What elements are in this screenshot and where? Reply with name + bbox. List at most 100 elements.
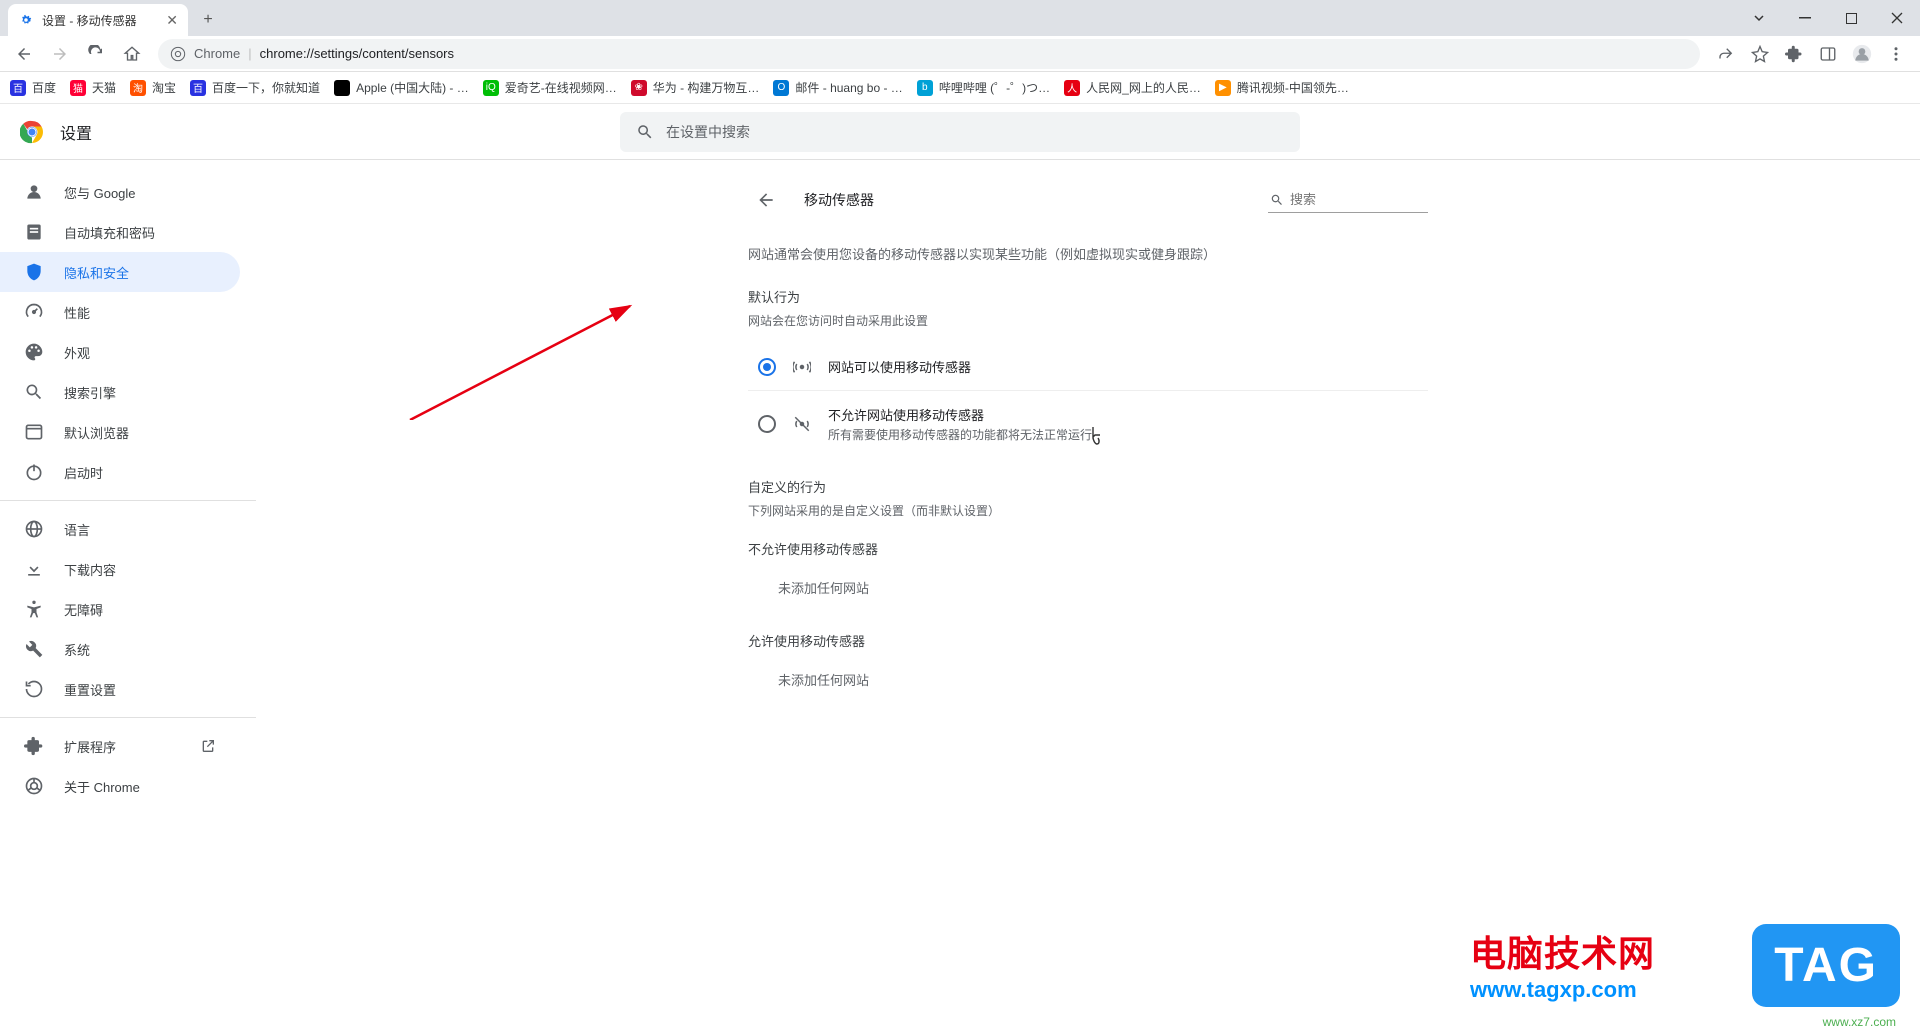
bookmark-item[interactable]: ❀华为 - 构建万物互… bbox=[631, 79, 760, 96]
favicon-icon: 百 bbox=[10, 80, 26, 96]
maximize-button[interactable] bbox=[1828, 0, 1874, 36]
empty-state: 未添加任何网站 bbox=[748, 564, 1428, 611]
favicon-icon: 猫 bbox=[70, 80, 86, 96]
sidebar: 您与 Google 自动填充和密码 隐私和安全 性能 外观 搜索引擎 默认浏览器 bbox=[0, 160, 256, 1035]
favicon-icon: iQ bbox=[483, 80, 499, 96]
bookmark-item[interactable]: 淘淘宝 bbox=[130, 79, 176, 96]
favicon-icon: 淘 bbox=[130, 80, 146, 96]
section-allow-title: 允许使用移动传感器 bbox=[748, 631, 1428, 650]
bookmark-item[interactable]: 百百度一下，你就知道 bbox=[190, 79, 320, 96]
close-icon[interactable]: ✕ bbox=[166, 12, 178, 29]
favicon-icon: 百 bbox=[190, 80, 206, 96]
radio-icon[interactable] bbox=[758, 415, 776, 433]
sidebar-item-privacy[interactable]: 隐私和安全 bbox=[0, 252, 240, 292]
reload-button[interactable] bbox=[80, 38, 112, 70]
radio-block-sensors[interactable]: 不允许网站使用移动传感器 所有需要使用移动传感器的功能都将无法正常运行 bbox=[748, 391, 1428, 457]
favicon-icon: ❀ bbox=[631, 80, 647, 96]
close-window-button[interactable] bbox=[1874, 0, 1920, 36]
radio-sublabel: 所有需要使用移动传感器的功能都将无法正常运行 bbox=[828, 426, 1092, 443]
home-button[interactable] bbox=[116, 38, 148, 70]
person-icon bbox=[24, 182, 44, 202]
section-default-title: 默认行为 bbox=[748, 287, 1428, 306]
palette-icon bbox=[24, 342, 44, 362]
sidebar-item-startup[interactable]: 启动时 bbox=[0, 452, 240, 492]
settings-header: 设置 在设置中搜索 bbox=[0, 104, 1920, 160]
toolbar: Chrome | chrome://settings/content/senso… bbox=[0, 36, 1920, 72]
chrome-logo-icon bbox=[20, 120, 44, 144]
address-bar[interactable]: Chrome | chrome://settings/content/senso… bbox=[158, 39, 1700, 69]
window-controls bbox=[1736, 0, 1920, 36]
panel-description: 网站通常会使用您设备的移动传感器以实现某些功能（例如虚拟现实或健身跟踪） bbox=[748, 244, 1428, 263]
search-icon bbox=[1270, 192, 1284, 208]
watermark: 电脑技术网 www.tagxp.com bbox=[1470, 925, 1655, 1003]
extension-icon bbox=[24, 736, 44, 756]
accessibility-icon bbox=[24, 599, 44, 619]
bookmarks-bar: 百百度 猫天猫 淘淘宝 百百度一下，你就知道 Apple (中国大陆) - … … bbox=[0, 72, 1920, 104]
sensor-off-icon bbox=[792, 415, 812, 433]
radio-label: 不允许网站使用移动传感器 bbox=[828, 405, 1092, 424]
sidebar-item-languages[interactable]: 语言 bbox=[0, 509, 240, 549]
browser-tab[interactable]: 设置 - 移动传感器 ✕ bbox=[8, 4, 188, 36]
new-tab-button[interactable]: + bbox=[194, 6, 222, 34]
chevron-down-icon[interactable] bbox=[1736, 0, 1782, 36]
favicon-icon bbox=[334, 80, 350, 96]
profile-icon[interactable] bbox=[1846, 38, 1878, 70]
sidepanel-icon[interactable] bbox=[1812, 38, 1844, 70]
section-custom-title: 自定义的行为 bbox=[748, 477, 1428, 496]
minimize-button[interactable] bbox=[1782, 0, 1828, 36]
bookmark-item[interactable]: b哔哩哔哩 (゜-゜)つ… bbox=[917, 79, 1050, 96]
radio-allow-sensors[interactable]: 网站可以使用移动传感器 bbox=[748, 343, 1428, 391]
sidebar-item-downloads[interactable]: 下载内容 bbox=[0, 549, 240, 589]
bookmark-item[interactable]: 百百度 bbox=[10, 79, 56, 96]
sidebar-item-reset[interactable]: 重置设置 bbox=[0, 669, 240, 709]
panel-header: 移动传感器 bbox=[748, 176, 1428, 224]
external-link-icon bbox=[200, 738, 216, 754]
form-icon bbox=[24, 222, 44, 242]
settings-search[interactable]: 在设置中搜索 bbox=[620, 112, 1300, 152]
sidebar-item-you-and-google[interactable]: 您与 Google bbox=[0, 172, 240, 212]
sidebar-item-performance[interactable]: 性能 bbox=[0, 292, 240, 332]
sidebar-item-default-browser[interactable]: 默认浏览器 bbox=[0, 412, 240, 452]
divider bbox=[0, 717, 256, 718]
titlebar: 设置 - 移动传感器 ✕ + bbox=[0, 0, 1920, 36]
bookmark-item[interactable]: ▶腾讯视频-中国领先… bbox=[1215, 79, 1349, 96]
browser-icon bbox=[24, 422, 44, 442]
sidebar-item-autofill[interactable]: 自动填充和密码 bbox=[0, 212, 240, 252]
gear-icon bbox=[18, 12, 34, 28]
bookmark-item[interactable]: 猫天猫 bbox=[70, 79, 116, 96]
sidebar-item-about[interactable]: 关于 Chrome bbox=[0, 766, 240, 806]
bookmark-item[interactable]: Apple (中国大陆) - … bbox=[334, 79, 469, 96]
panel-back-button[interactable] bbox=[748, 182, 784, 218]
favicon-icon: ▶ bbox=[1215, 80, 1231, 96]
sensor-icon bbox=[792, 358, 812, 376]
panel-search[interactable] bbox=[1268, 188, 1428, 213]
content: 移动传感器 网站通常会使用您设备的移动传感器以实现某些功能（例如虚拟现实或健身跟… bbox=[256, 160, 1920, 1035]
share-icon[interactable] bbox=[1710, 38, 1742, 70]
star-icon[interactable] bbox=[1744, 38, 1776, 70]
sidebar-item-accessibility[interactable]: 无障碍 bbox=[0, 589, 240, 629]
speed-icon bbox=[24, 302, 44, 322]
bookmark-item[interactable]: iQ爱奇艺-在线视频网… bbox=[483, 79, 617, 96]
tab-title: 设置 - 移动传感器 bbox=[42, 12, 137, 29]
sidebar-item-extensions[interactable]: 扩展程序 bbox=[0, 726, 240, 766]
wrench-icon bbox=[24, 639, 44, 659]
forward-button[interactable] bbox=[44, 38, 76, 70]
sidebar-item-system[interactable]: 系统 bbox=[0, 629, 240, 669]
url-host: Chrome bbox=[194, 46, 240, 61]
section-default-sub: 网站会在您访问时自动采用此设置 bbox=[748, 312, 1428, 329]
sidebar-item-search-engine[interactable]: 搜索引擎 bbox=[0, 372, 240, 412]
menu-icon[interactable] bbox=[1880, 38, 1912, 70]
globe-icon bbox=[24, 519, 44, 539]
radio-icon[interactable] bbox=[758, 358, 776, 376]
extensions-icon[interactable] bbox=[1778, 38, 1810, 70]
sidebar-item-appearance[interactable]: 外观 bbox=[0, 332, 240, 372]
shield-icon bbox=[24, 262, 44, 282]
section-custom-sub: 下列网站采用的是自定义设置（而非默认设置） bbox=[748, 502, 1428, 519]
panel-search-input[interactable] bbox=[1290, 192, 1426, 207]
bookmark-item[interactable]: 人人民网_网上的人民… bbox=[1064, 79, 1201, 96]
empty-state: 未添加任何网站 bbox=[748, 656, 1428, 703]
back-button[interactable] bbox=[8, 38, 40, 70]
bookmark-item[interactable]: O邮件 - huang bo - … bbox=[773, 79, 902, 96]
search-icon bbox=[24, 382, 44, 402]
settings-title: 设置 bbox=[60, 120, 92, 144]
